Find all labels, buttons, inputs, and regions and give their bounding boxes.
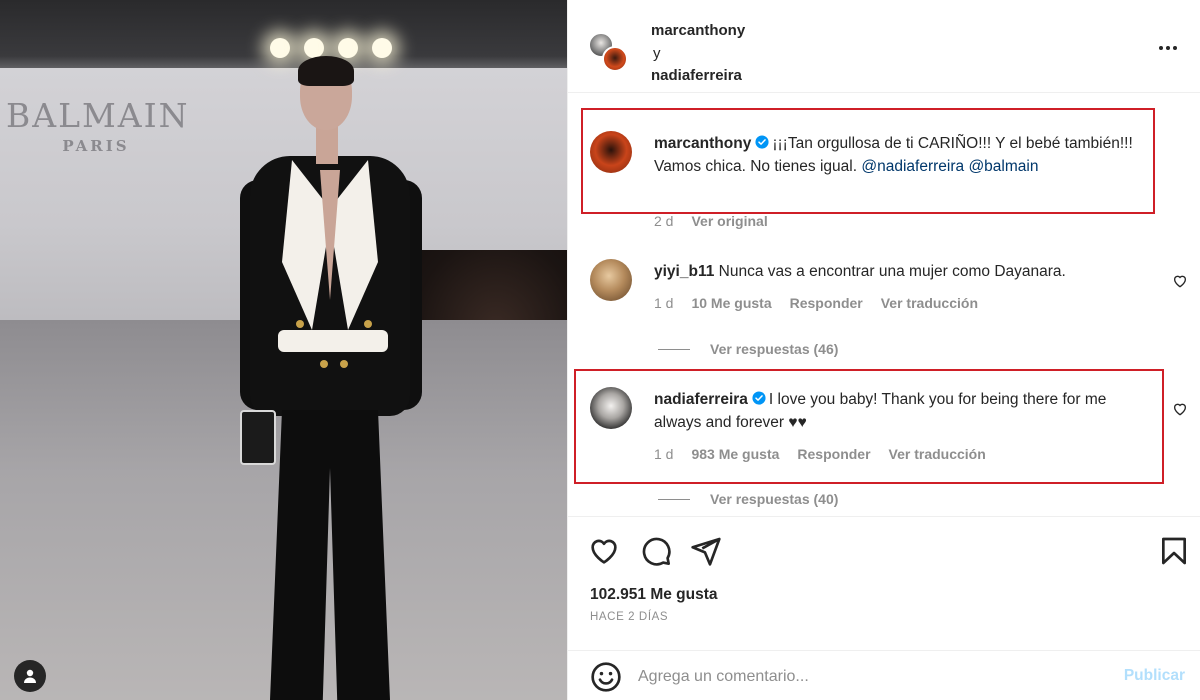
post-comment-button[interactable]: Publicar [1124,667,1185,685]
avatar[interactable] [590,259,632,301]
brand-name: BALMAIN [6,96,190,135]
comment-icon[interactable] [640,535,672,567]
comment-likes[interactable]: 10 Me gusta [691,295,771,311]
post-header: marcanthony y nadiaferreira [568,0,1200,92]
highlight-box-1 [581,108,1155,214]
profile-icon[interactable] [14,660,46,692]
view-replies-label: Ver respuestas (40) [710,491,839,507]
heart-icon[interactable] [1172,273,1188,289]
brand-city: PARIS [62,137,130,155]
heart-icon[interactable] [1172,401,1188,417]
view-replies-button[interactable]: Ver respuestas (46) [658,341,838,357]
highlight-box-2 [574,369,1164,484]
bookmark-icon[interactable] [1158,535,1190,567]
post-authors: marcanthony y nadiaferreira [651,20,745,88]
share-icon[interactable] [690,535,722,567]
translate-button[interactable]: Ver traducción [881,295,978,311]
collab-avatars[interactable] [588,32,636,80]
likes-count[interactable]: 102.951 Me gusta [590,586,718,604]
post-side-panel: marcanthony y nadiaferreira marcanthony ¡… [567,0,1200,700]
author-link-1[interactable]: marcanthony [651,20,745,43]
author-connector: y [653,44,661,62]
comment-input[interactable] [638,663,1098,691]
photo-model [230,56,430,700]
post-photo[interactable]: BALMAIN PARIS [0,0,567,700]
comment-text: Nunca vas a encontrar una mujer como Day… [718,263,1066,280]
view-replies-button[interactable]: Ver respuestas (40) [658,491,838,507]
brand-logo: BALMAIN PARIS [6,96,190,155]
avatar-marcanthony[interactable] [602,46,628,72]
view-replies-label: Ver respuestas (46) [710,341,839,357]
post-actions [568,516,1200,580]
author-link-2[interactable]: nadiaferreira [651,65,745,88]
comment-composer: Publicar [568,650,1200,700]
stage-lights [270,38,392,58]
comment-time: 1 d [654,295,674,311]
comment-time: 2 d [654,213,674,229]
reply-button[interactable]: Responder [790,295,863,311]
see-original-button[interactable]: Ver original [691,213,767,229]
photo-handbag [240,410,276,465]
post-time: HACE 2 DÍAS [590,611,669,623]
emoji-icon[interactable] [590,661,622,693]
comment-username[interactable]: yiyi_b11 [654,263,714,280]
more-icon[interactable] [1159,42,1183,54]
heart-icon[interactable] [588,535,620,567]
